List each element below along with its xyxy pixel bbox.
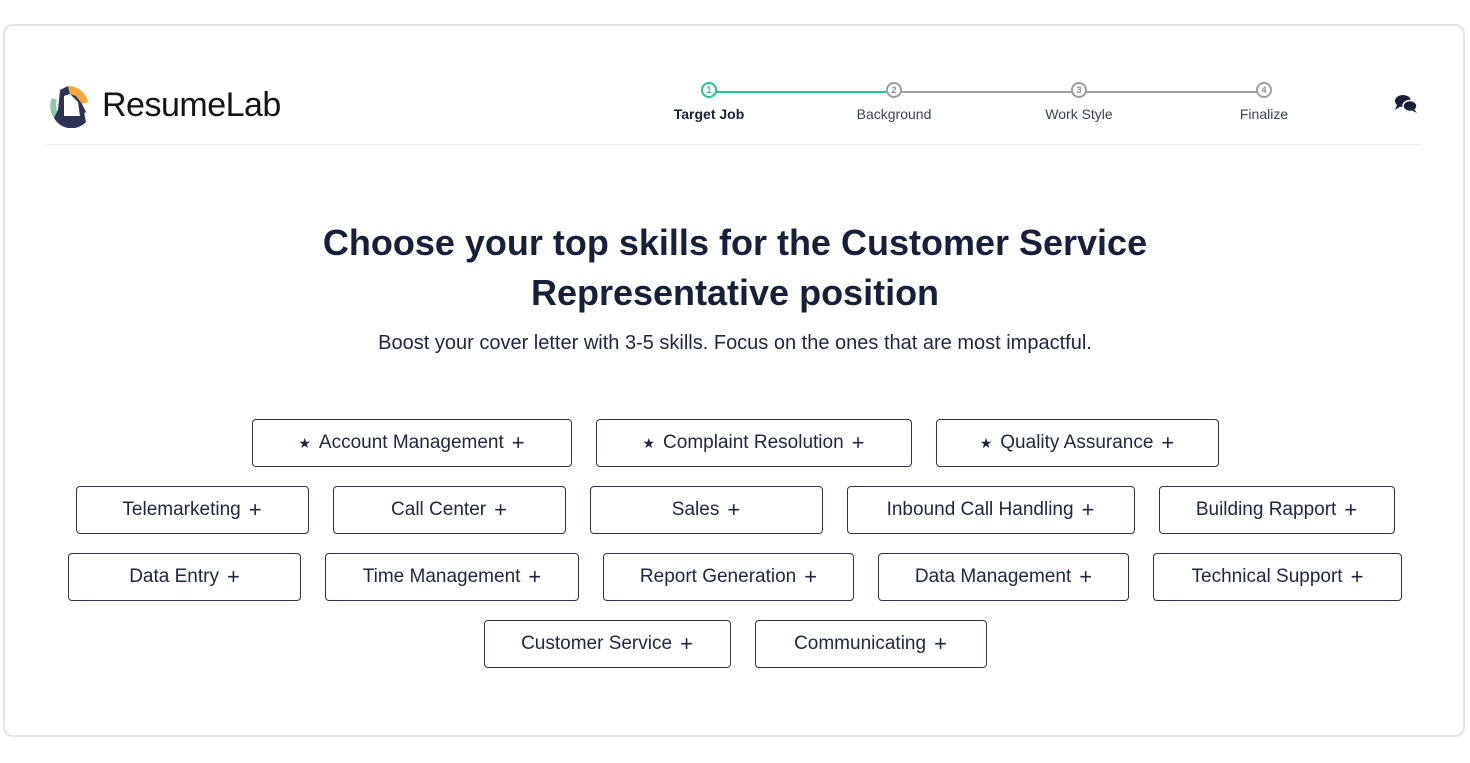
skill-chip[interactable]: Time Management + — [325, 553, 579, 601]
skill-chip[interactable]: Communicating + — [754, 620, 987, 668]
step-number: 4 — [1256, 82, 1272, 98]
step-number: 3 — [1071, 82, 1087, 98]
skill-chip[interactable]: Sales + — [589, 486, 823, 534]
plus-icon: + — [680, 631, 693, 656]
skill-label: Sales — [671, 499, 720, 520]
skills-list: ★ Account Management + ★ Complaint Resolutio… — [0, 419, 1470, 687]
skill-chip[interactable]: Building Rapport + — [1158, 486, 1395, 534]
chat-bubbles-icon[interactable] — [1394, 94, 1418, 114]
skill-label: Data Management — [914, 566, 1072, 587]
plus-icon: + — [1350, 564, 1364, 589]
step-label: Background — [856, 106, 932, 122]
skills-row: Data Entry + Time Management + Report Genera… — [0, 553, 1470, 601]
step-label: Work Style — [1045, 106, 1113, 122]
skills-row: Customer Service + Communicating + — [0, 620, 1470, 668]
step-label: Finalize — [1239, 106, 1289, 122]
skill-label: Complaint Resolution — [663, 432, 844, 453]
plus-icon: + — [1081, 497, 1095, 522]
skills-row: ★ Account Management + ★ Complaint Resolutio… — [0, 419, 1470, 467]
skill-label: Telemarketing — [122, 499, 241, 520]
skill-chip[interactable]: Technical Support + — [1153, 553, 1402, 601]
skill-label: Customer Service — [521, 633, 673, 654]
plus-icon: + — [851, 430, 865, 455]
step-work-style[interactable]: 3 Work Style — [1019, 82, 1139, 122]
logo[interactable]: ResumeLab — [46, 82, 281, 128]
title-line-2: Representative position — [530, 272, 940, 313]
star-icon: ★ — [979, 434, 993, 451]
progress-stepper: 1 Target Job 2 Background 3 Work Style 4… — [670, 82, 1320, 132]
skill-label: Quality Assurance — [1000, 432, 1154, 453]
step-target-job[interactable]: 1 Target Job — [649, 82, 769, 122]
skill-chip[interactable]: Data Management + — [878, 553, 1129, 601]
skill-label: Technical Support — [1191, 566, 1343, 587]
skill-label: Account Management — [318, 432, 504, 453]
step-background[interactable]: 2 Background — [834, 82, 954, 122]
plus-icon: + — [1079, 564, 1093, 589]
step-number: 2 — [886, 82, 902, 98]
skill-chip[interactable]: Inbound Call Handling + — [846, 486, 1135, 534]
plus-icon: + — [248, 497, 262, 522]
star-icon: ★ — [642, 434, 656, 451]
plus-icon: + — [226, 564, 240, 589]
plus-icon: + — [1161, 430, 1175, 455]
step-number: 1 — [701, 82, 717, 98]
skill-label: Building Rapport — [1195, 499, 1337, 520]
logo-text: ResumeLab — [102, 85, 281, 124]
skill-chip[interactable]: Report Generation + — [603, 553, 854, 601]
plus-icon: + — [727, 497, 741, 522]
page-title: Choose your top skills for the Customer … — [0, 218, 1470, 318]
skill-chip[interactable]: ★ Quality Assurance + — [935, 419, 1219, 467]
plus-icon: + — [511, 430, 525, 455]
step-label: Target Job — [673, 106, 745, 122]
plus-icon: + — [804, 564, 818, 589]
plus-icon: + — [528, 564, 542, 589]
plus-icon: + — [934, 631, 947, 656]
skill-label: Communicating — [794, 633, 927, 654]
star-icon: ★ — [298, 434, 311, 451]
skill-label: Call Center — [391, 499, 487, 520]
skill-chip[interactable]: Telemarketing + — [75, 486, 309, 534]
skills-row: Telemarketing + Call Center + Sales + Inbound … — [0, 486, 1470, 534]
resumelab-logo-icon — [50, 85, 88, 128]
skill-label: Time Management — [362, 566, 521, 587]
plus-icon: + — [1344, 497, 1358, 522]
plus-icon: + — [494, 497, 507, 522]
title-line-1: Choose your top skills for the Customer … — [322, 222, 1148, 263]
skill-label: Report Generation — [639, 566, 797, 587]
skill-chip[interactable]: Customer Service + — [483, 620, 731, 668]
skill-label: Inbound Call Handling — [886, 499, 1074, 520]
skill-label: Data Entry — [129, 566, 219, 587]
skill-chip[interactable]: Call Center + — [332, 486, 566, 534]
skill-chip[interactable]: Data Entry + — [68, 553, 301, 601]
page-subtitle: Boost your cover letter with 3-5 skills.… — [378, 332, 1092, 354]
step-finalize[interactable]: 4 Finalize — [1204, 82, 1324, 122]
skill-chip[interactable]: ★ Account Management + — [251, 419, 572, 467]
skill-chip[interactable]: ★ Complaint Resolution + — [595, 419, 912, 467]
header: ResumeLab 1 Target Job 2 Background 3 Wo… — [46, 70, 1422, 145]
